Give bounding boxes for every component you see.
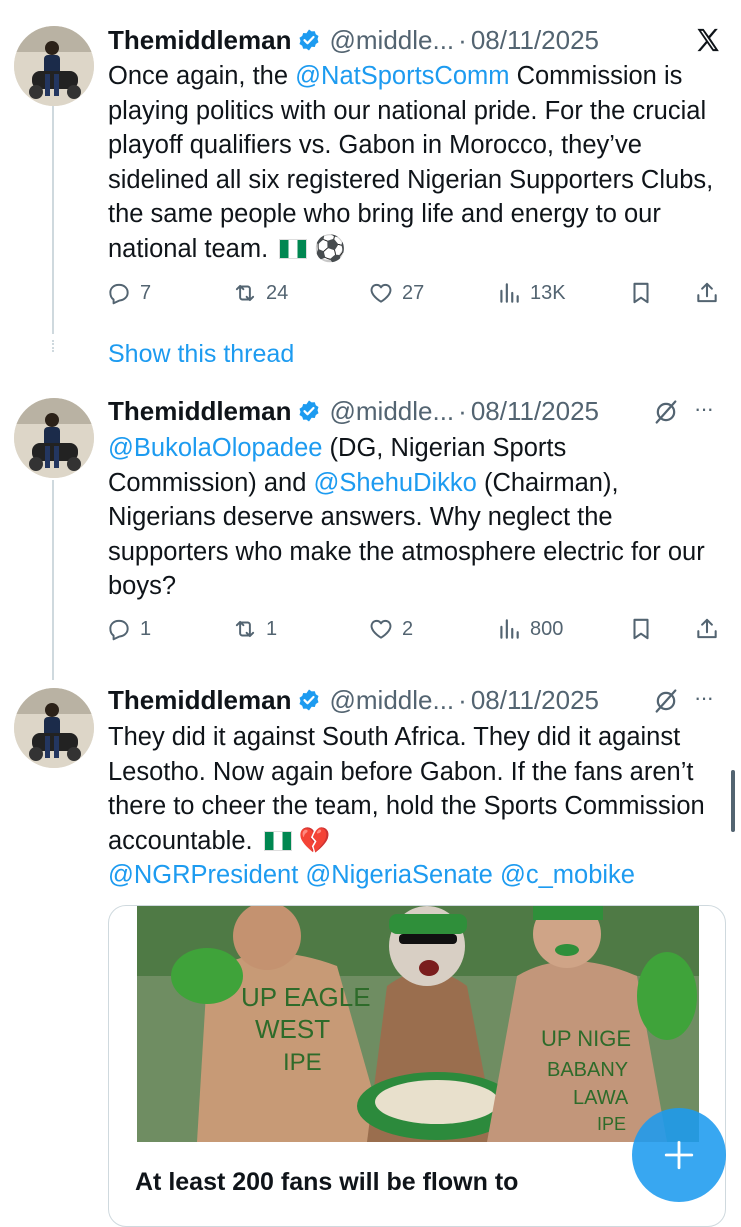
fans-photo-icon: UP EAGLE WEST IPE UP NIGE BABANY LAWA IP… — [137, 906, 699, 1142]
share-button[interactable] — [694, 616, 720, 642]
avatar[interactable] — [14, 26, 94, 106]
reply-count: 1 — [140, 617, 152, 640]
mention-link[interactable]: @NGRPresident — [108, 861, 298, 889]
body-paint-text: IPE — [283, 1049, 322, 1076]
grok-icon[interactable] — [652, 687, 680, 715]
show-thread-link[interactable]: Show this thread — [108, 340, 294, 369]
body-paint-text: BABANY — [547, 1059, 628, 1081]
mention-link[interactable]: @c_mobike — [500, 861, 635, 889]
reply-icon — [109, 283, 129, 305]
views-button[interactable]: 800 — [496, 616, 563, 642]
separator-dot: · — [458, 24, 467, 55]
retweet-count: 24 — [266, 281, 289, 304]
tweet-text: They did it against South Africa. They d… — [108, 720, 718, 893]
scrollbar-thumb[interactable] — [731, 770, 735, 832]
author-handle[interactable]: @middle... — [329, 685, 454, 716]
verified-badge-icon — [299, 400, 319, 422]
x-logo-icon[interactable] — [694, 26, 722, 54]
bookmark-icon — [633, 282, 649, 304]
tweet-text: Once again, the @NatSportsComm Commissio… — [108, 59, 718, 266]
share-button[interactable] — [694, 280, 720, 306]
author-name[interactable]: Themiddleman — [108, 25, 291, 56]
thread-connector-line — [52, 104, 54, 334]
like-icon — [370, 619, 392, 639]
separator-dot: · — [458, 684, 467, 715]
views-count: 800 — [530, 617, 564, 640]
avatar-photo-icon — [14, 688, 94, 768]
avatar[interactable] — [14, 398, 94, 478]
card-image[interactable]: UP EAGLE WEST IPE UP NIGE BABANY LAWA IP… — [137, 906, 699, 1142]
like-button[interactable]: 2 — [368, 616, 413, 642]
like-icon — [370, 283, 392, 303]
more-icon[interactable]: ··· — [694, 685, 714, 711]
body-paint-text: WEST — [255, 1014, 330, 1044]
verified-badge-icon — [299, 29, 319, 51]
tweet-text: @BukolaOlopadee (DG, Nigerian Sports Com… — [108, 431, 718, 604]
mention-link[interactable]: @BukolaOlopadee — [108, 434, 322, 462]
broken-heart-emoji: 💔 — [298, 826, 331, 855]
author-handle[interactable]: @middle... — [329, 25, 454, 56]
separator-dot: · — [458, 395, 467, 426]
tweet-header: Themiddleman @middle... · 08/11/2025 — [108, 396, 599, 426]
author-handle[interactable]: @middle... — [329, 396, 454, 427]
avatar-photo-icon — [14, 398, 94, 478]
tweet-text-part: Once again, the — [108, 62, 296, 90]
compose-plus-icon — [664, 1140, 694, 1170]
like-button[interactable]: 27 — [368, 280, 424, 306]
grok-icon[interactable] — [652, 398, 680, 426]
avatar[interactable] — [14, 688, 94, 768]
soccer-ball-emoji: ⚽ — [314, 234, 347, 263]
reply-count: 7 — [140, 281, 152, 304]
tweet-header: Themiddleman @middle... · 08/11/2025 — [108, 685, 599, 715]
body-paint-text: IPE — [597, 1114, 626, 1134]
compose-button[interactable] — [632, 1108, 726, 1202]
body-paint-text: UP NIGE — [541, 1026, 631, 1051]
author-name[interactable]: Themiddleman — [108, 685, 291, 716]
bookmark-icon — [633, 618, 649, 640]
nigeria-flag-icon — [279, 238, 308, 259]
mention-link[interactable]: @ShehuDikko — [313, 469, 476, 497]
views-count: 13K — [530, 281, 566, 304]
views-button[interactable]: 13K — [496, 280, 566, 306]
verified-badge-icon — [299, 689, 319, 711]
retweet-button[interactable]: 1 — [232, 616, 277, 642]
avatar-photo-icon — [14, 26, 94, 106]
reply-icon — [109, 619, 129, 641]
tweet-actions: 1 1 2 800 — [106, 616, 726, 650]
tweet-date[interactable]: 08/11/2025 — [471, 25, 599, 56]
body-paint-text: UP EAGLE — [241, 982, 371, 1012]
tweet-text-part: They did it against South Africa. They d… — [108, 723, 705, 855]
like-count: 2 — [402, 617, 414, 640]
reply-button[interactable]: 7 — [106, 280, 151, 306]
tweet-text-part: Commission is playing politics with our … — [108, 62, 714, 263]
retweet-count: 1 — [266, 617, 278, 640]
author-name[interactable]: Themiddleman — [108, 396, 291, 427]
bookmark-button[interactable] — [628, 280, 654, 306]
share-icon — [697, 618, 717, 639]
tweet-header: Themiddleman @middle... · 08/11/2025 — [108, 25, 599, 55]
tweet-date[interactable]: 08/11/2025 — [471, 685, 599, 716]
reply-button[interactable]: 1 — [106, 616, 151, 642]
mention-link[interactable]: @NatSportsComm — [295, 62, 509, 90]
retweet-icon — [235, 284, 255, 302]
views-icon — [500, 283, 519, 303]
thread-connector-line — [52, 340, 54, 352]
views-icon — [500, 619, 519, 639]
like-count: 27 — [402, 281, 425, 304]
retweet-button[interactable]: 24 — [232, 280, 288, 306]
nigeria-flag-icon — [263, 830, 292, 851]
body-paint-text: LAWA — [573, 1087, 629, 1109]
link-card[interactable]: UP EAGLE WEST IPE UP NIGE BABANY LAWA IP… — [108, 905, 726, 1227]
tweet-actions: 7 24 27 13K — [106, 280, 726, 314]
card-title[interactable]: At least 200 fans will be flown to — [135, 1168, 518, 1197]
share-icon — [697, 282, 717, 303]
retweet-icon — [235, 620, 255, 638]
tweet-date[interactable]: 08/11/2025 — [471, 396, 599, 427]
thread-connector-line — [52, 480, 54, 680]
mention-link[interactable]: @NigeriaSenate — [305, 861, 493, 889]
bookmark-button[interactable] — [628, 616, 654, 642]
more-icon[interactable]: ··· — [694, 396, 714, 422]
